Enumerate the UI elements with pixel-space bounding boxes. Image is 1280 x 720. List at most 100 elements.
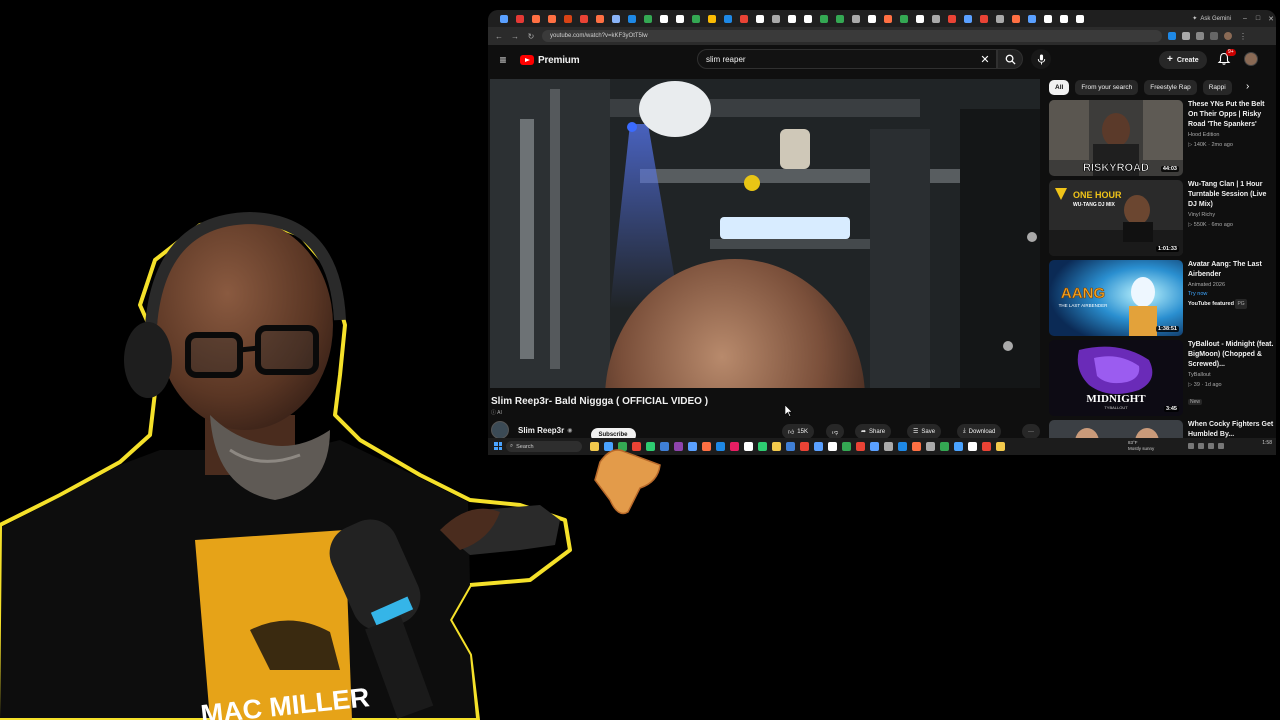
tab-favicon-icon[interactable] [564,14,572,23]
search-input[interactable] [706,54,978,64]
taskbar-app-icon[interactable] [982,442,991,451]
tab-favicon-icon[interactable] [788,14,796,23]
download-button[interactable]: ⤓ Download [957,424,1002,439]
minimize-icon[interactable]: – [1240,15,1250,22]
taskbar-app-icon[interactable] [758,442,767,451]
url-field[interactable]: youtube.com/watch?v=kKF3yOtT5lw [542,30,1162,42]
tab-favicon-icon[interactable] [500,14,508,23]
sidebar-icon[interactable] [1210,32,1218,40]
share-button[interactable]: ➦ Share [855,424,892,439]
chip-all[interactable]: All [1049,80,1070,95]
taskbar-app-icon[interactable] [744,442,753,451]
browser-menu-icon[interactable]: ⋮ [1238,32,1248,41]
taskbar-app-icon[interactable] [968,442,977,451]
bookmark-star-icon[interactable] [1182,32,1190,40]
tab-favicon-icon[interactable] [532,14,540,23]
clear-search-icon[interactable]: ✕ [978,53,992,66]
youtube-logo[interactable]: Premium [520,55,580,66]
recommendation-title[interactable]: Wu-Tang Clan | 1 Hour Turntable Session … [1188,180,1274,210]
video-thumbnail[interactable]: MIDNIGHT TYBALLOUT 3:45 [1049,340,1183,416]
taskbar-app-icon[interactable] [702,442,711,451]
tab-favicon-icon[interactable] [1044,14,1052,23]
tab-favicon-icon[interactable] [852,14,860,23]
extensions-puzzle-icon[interactable] [1196,32,1204,40]
taskbar-app-icon[interactable] [842,442,851,451]
taskbar-app-icon[interactable] [884,442,893,451]
tab-favicon-icon[interactable] [900,14,908,23]
taskbar-app-icon[interactable] [898,442,907,451]
taskbar-app-icon[interactable] [716,442,725,451]
video-thumbnail[interactable]: RISKYROAD 44:03 [1049,100,1183,176]
tab-favicon-icon[interactable] [612,14,620,23]
video-thumbnail[interactable]: ONE HOUR WU-TANG DJ MIX 1:01:33 [1049,180,1183,256]
recommendation-title[interactable]: TyBallout - Midnight (feat. BigMoon) (Ch… [1188,340,1274,370]
chip-rappi[interactable]: Rappi [1202,80,1232,95]
volume-icon[interactable] [1208,443,1214,449]
chip-from-your-search[interactable]: From your search [1075,80,1139,95]
close-window-icon[interactable]: ✕ [1266,15,1276,23]
taskbar-app-icon[interactable] [828,442,837,451]
taskbar-app-icon[interactable] [912,442,921,451]
tab-favicon-icon[interactable] [708,14,716,23]
recommendation-title[interactable]: These YNs Put the Belt On Their Opps | R… [1188,100,1274,130]
recommendation-channel[interactable]: Animated 2026 [1188,280,1274,290]
tab-favicon-icon[interactable] [804,14,812,23]
recommendation-title[interactable]: When Cocky Fighters Get Humbled By... [1188,420,1274,440]
tab-favicon-icon[interactable] [820,14,828,23]
chevron-right-icon[interactable]: › [1246,81,1249,92]
taskbar-app-icon[interactable] [814,442,823,451]
tab-favicon-icon[interactable] [980,14,988,23]
more-actions-button[interactable]: ··· [1022,424,1040,439]
search-button[interactable] [997,49,1023,69]
recommendation-channel[interactable]: Vinyl Richy [1188,210,1274,220]
ask-gemini-button[interactable]: ✦ Ask Gemini [1192,15,1231,23]
taskbar-app-icon[interactable] [926,442,935,451]
battery-icon[interactable] [1218,443,1224,449]
save-button[interactable]: ☰ Save [907,424,942,439]
chip-freestyle-rap[interactable]: Freestyle Rap [1144,80,1197,95]
tab-favicon-icon[interactable] [628,14,636,23]
tab-favicon-icon[interactable] [724,14,732,23]
taskbar-app-icon[interactable] [954,442,963,451]
tab-favicon-icon[interactable] [868,14,876,23]
forward-icon[interactable]: → [510,32,520,41]
tab-favicon-icon[interactable] [772,14,780,23]
tab-favicon-icon[interactable] [1028,14,1036,23]
tab-favicon-icon[interactable] [516,14,524,23]
tab-favicon-icon[interactable] [1076,14,1084,23]
maximize-icon[interactable]: □ [1253,15,1263,22]
tab-favicon-icon[interactable] [580,14,588,23]
recommendation-item[interactable]: MIDNIGHT TYBALLOUT 3:45 TyBallout - Midn… [1049,340,1274,418]
taskbar-app-icon[interactable] [870,442,879,451]
taskbar-app-icon[interactable] [688,442,697,451]
voice-search-button[interactable] [1031,49,1051,69]
tab-favicon-icon[interactable] [1060,14,1068,23]
taskbar-app-icon[interactable] [856,442,865,451]
profile-avatar[interactable] [1224,32,1232,40]
recommendation-item[interactable]: RISKYROAD 44:03 These YNs Put the Belt O… [1049,100,1274,178]
taskbar-app-icon[interactable] [730,442,739,451]
dislike-button[interactable]: 👎︎ [826,424,845,439]
hamburger-menu-icon[interactable]: ≡ [496,54,510,66]
recommendation-title[interactable]: Avatar Aang: The Last Airbender [1188,260,1274,280]
tab-favicon-icon[interactable] [996,14,1004,23]
tab-favicon-icon[interactable] [836,14,844,23]
recommendation-channel[interactable]: TyBallout [1188,370,1274,380]
weather-widget[interactable]: 83°F Mostly sunny [1128,440,1154,452]
taskbar-app-icon[interactable] [786,442,795,451]
taskbar-app-icon[interactable] [800,442,809,451]
taskbar-app-icon[interactable] [996,442,1005,451]
tab-favicon-icon[interactable] [740,14,748,23]
tab-favicon-icon[interactable] [916,14,924,23]
recommendation-item[interactable]: AANG THE LAST AIRBENDER 1:38:51 Avatar A… [1049,260,1274,338]
tab-favicon-icon[interactable] [932,14,940,23]
tab-favicon-icon[interactable] [596,14,604,23]
create-button[interactable]: + Create [1159,51,1207,69]
taskbar-clock[interactable]: 1:58 [1262,440,1272,446]
tab-favicon-icon[interactable] [756,14,764,23]
video-thumbnail[interactable]: AANG THE LAST AIRBENDER 1:38:51 [1049,260,1183,336]
tab-favicon-icon[interactable] [1012,14,1020,23]
tab-favicon-icon[interactable] [676,14,684,23]
recommendation-item[interactable]: ONE HOUR WU-TANG DJ MIX 1:01:33 Wu-Tang … [1049,180,1274,258]
tab-favicon-icon[interactable] [692,14,700,23]
